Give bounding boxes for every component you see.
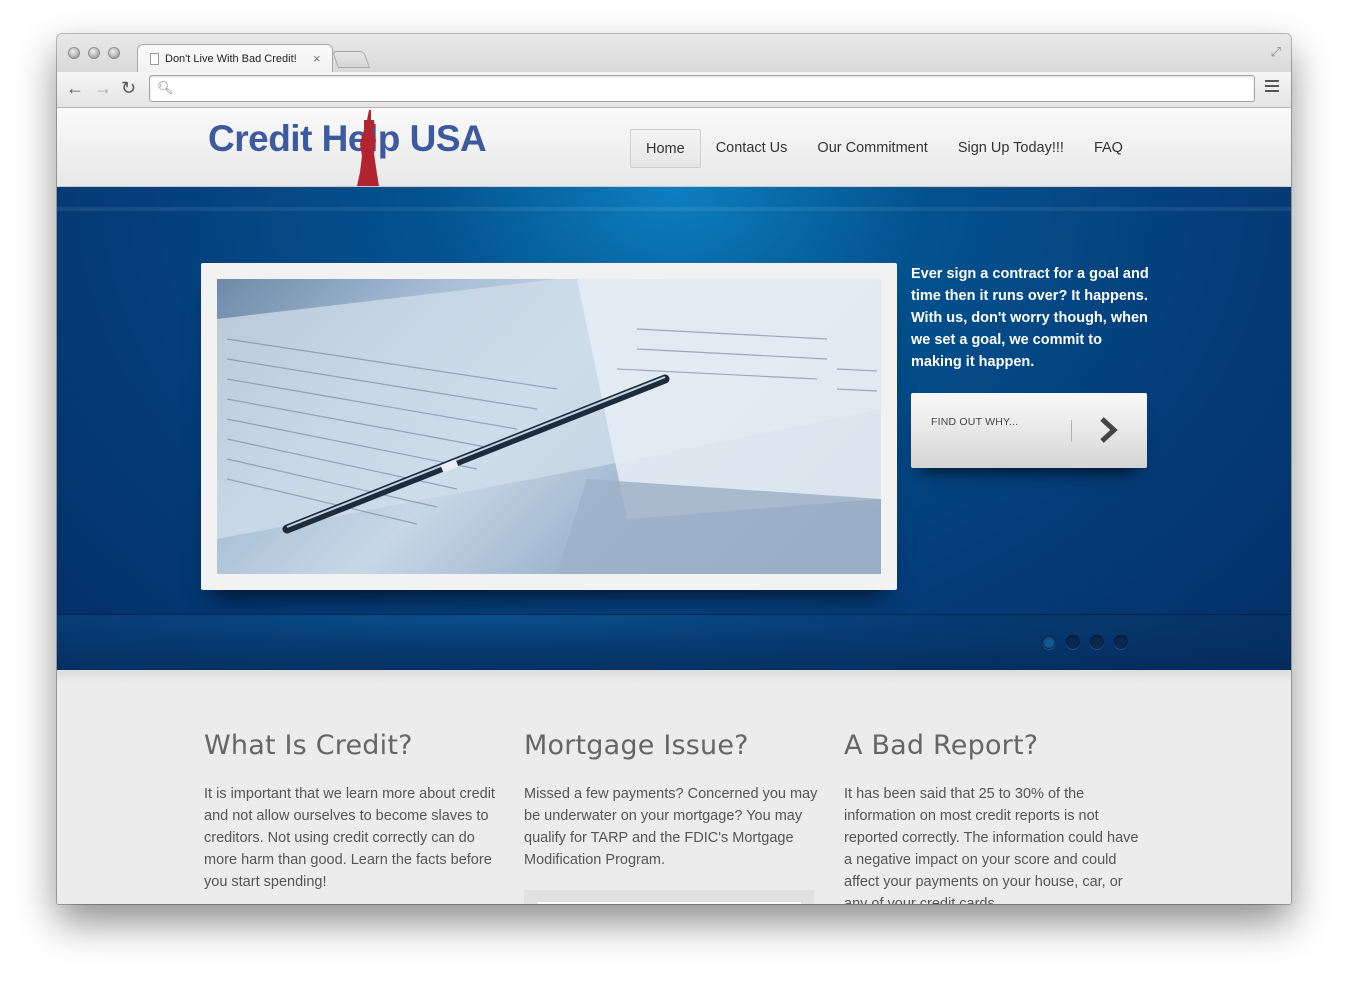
slider-controls bbox=[57, 614, 1291, 670]
tab-strip: Don't Live With Bad Credit! × ⤢ bbox=[57, 34, 1291, 73]
zoom-window-button[interactable] bbox=[108, 47, 120, 59]
contract-pen-photo bbox=[217, 279, 881, 574]
nav-our-commitment[interactable]: Our Commitment bbox=[802, 129, 942, 168]
column-title: Mortgage Issue? bbox=[524, 730, 749, 761]
hero-image-frame bbox=[201, 263, 897, 590]
column-title: A Bad Report? bbox=[844, 730, 1039, 761]
tab-close-icon[interactable]: × bbox=[313, 51, 321, 66]
reload-icon[interactable]: ↻ bbox=[121, 78, 136, 98]
column-mortgage-issue: Mortgage Issue? Missed a few payments? C… bbox=[524, 730, 826, 871]
nav-faq[interactable]: FAQ bbox=[1079, 129, 1138, 168]
column-bad-report: A Bad Report? It has been said that 25 t… bbox=[844, 730, 1146, 904]
cta-label: FIND OUT WHY... bbox=[931, 416, 1019, 428]
tab-title: Don't Live With Bad Credit! bbox=[165, 53, 297, 65]
menu-icon[interactable] bbox=[1265, 80, 1279, 95]
main-nav: Home Contact Us Our Commitment Sign Up T… bbox=[630, 129, 1138, 168]
slide-dot-1[interactable] bbox=[1042, 635, 1056, 649]
column-body: It has been said that 25 to 30% of the i… bbox=[844, 786, 1139, 904]
close-window-button[interactable] bbox=[68, 47, 80, 59]
site-logo[interactable]: Credit Help USA bbox=[208, 118, 487, 160]
hero-text: Ever sign a contract for a goal and time… bbox=[911, 266, 1149, 370]
browser-window: Don't Live With Bad Credit! × ⤢ ← → ↻ 🔍︎… bbox=[57, 34, 1291, 904]
column-title: What Is Credit? bbox=[204, 730, 413, 761]
nav-sign-up[interactable]: Sign Up Today!!! bbox=[943, 129, 1079, 168]
slide-dot-3[interactable] bbox=[1090, 635, 1104, 649]
address-bar[interactable]: 🔍︎ bbox=[149, 75, 1255, 102]
mortgage-widget bbox=[524, 890, 814, 904]
fullscreen-icon[interactable]: ⤢ bbox=[1271, 44, 1281, 60]
web-page: Credit Help USA Home Contact Us Our Comm… bbox=[57, 108, 1291, 904]
page-icon bbox=[150, 53, 159, 65]
slide-dots bbox=[1042, 635, 1128, 649]
nav-contact-us[interactable]: Contact Us bbox=[701, 129, 803, 168]
slide-dot-2[interactable] bbox=[1066, 635, 1080, 649]
column-body: It is important that we learn more about… bbox=[204, 786, 495, 890]
hero-slider: Ever sign a contract for a goal and time… bbox=[57, 187, 1291, 670]
slide-dot-4[interactable] bbox=[1114, 635, 1128, 649]
search-icon: 🔍︎ bbox=[157, 80, 174, 95]
column-body: Missed a few payments? Concerned you may… bbox=[524, 786, 818, 868]
minimize-window-button[interactable] bbox=[88, 47, 100, 59]
feature-columns: What Is Credit? It is important that we … bbox=[57, 670, 1291, 904]
find-out-why-button[interactable]: FIND OUT WHY... bbox=[911, 393, 1147, 468]
forward-arrow-icon[interactable]: → bbox=[94, 78, 112, 98]
chevron-right-icon bbox=[1100, 417, 1118, 443]
new-tab-button[interactable] bbox=[331, 51, 371, 68]
back-arrow-icon[interactable]: ← bbox=[66, 78, 84, 98]
browser-toolbar: ← → ↻ 🔍︎ bbox=[57, 72, 1291, 108]
nav-home[interactable]: Home bbox=[630, 129, 701, 168]
browser-tab[interactable]: Don't Live With Bad Credit! × bbox=[137, 44, 333, 73]
column-what-is-credit: What Is Credit? It is important that we … bbox=[204, 730, 500, 893]
statue-of-liberty-icon bbox=[357, 110, 379, 186]
site-header: Credit Help USA Home Contact Us Our Comm… bbox=[57, 108, 1291, 187]
